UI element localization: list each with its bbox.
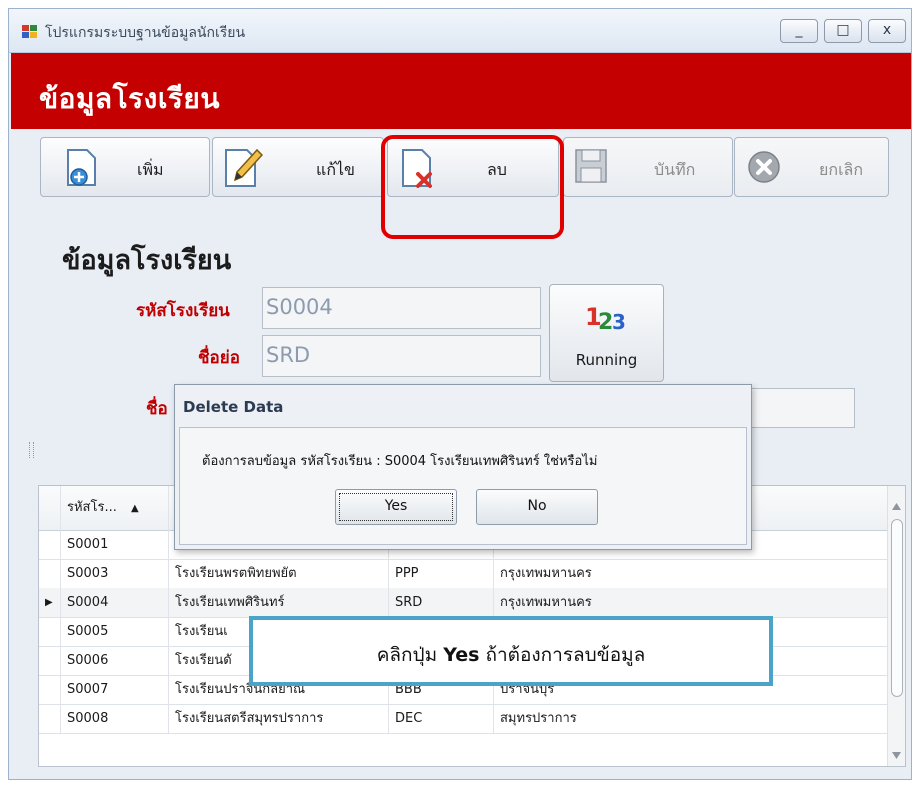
cell-province: กรุงเทพมหานคร xyxy=(494,559,889,588)
splitter-grip[interactable] xyxy=(29,442,34,458)
callout-suffix: ถ้าต้องการลบข้อมูล xyxy=(479,644,646,666)
cell-short-name: PPP xyxy=(389,559,494,588)
sort-ascending-icon: ▲ xyxy=(131,503,139,514)
row-pointer-cell xyxy=(39,646,61,675)
cell-school-id: S0006 xyxy=(61,646,169,675)
school-name-label: ชื่อ xyxy=(146,399,168,419)
row-pointer-icon: ▶ xyxy=(39,588,61,617)
cell-school-id: S0005 xyxy=(61,617,169,646)
scroll-thumb[interactable] xyxy=(891,519,903,697)
cell-province: สมุทรปราการ xyxy=(494,704,889,733)
floppy-disk-icon xyxy=(575,149,607,183)
section-title: ข้อมูลโรงเรียน xyxy=(62,245,232,276)
cancel-label: ยกเลิก xyxy=(819,160,864,179)
cell-school-id: S0004 xyxy=(61,588,169,617)
instruction-callout: คลิกปุ่ม Yes ถ้าต้องการลบข้อมูล xyxy=(249,616,773,686)
cancel-circle-icon xyxy=(748,151,780,183)
close-button[interactable]: x xyxy=(868,19,906,43)
callout-text: คลิกปุ่ม Yes ถ้าต้องการลบข้อมูล xyxy=(253,640,769,670)
edit-label: แก้ไข xyxy=(316,160,355,179)
cell-school-id: S0001 xyxy=(61,530,169,559)
window-title: โปรแกรมระบบฐานข้อมูลนักเรียน xyxy=(45,25,246,41)
short-name-field[interactable]: SRD xyxy=(262,335,541,377)
cell-school-id: S0007 xyxy=(61,675,169,704)
edit-pencil-icon xyxy=(225,148,263,187)
save-label: บันทึก xyxy=(654,160,696,179)
short-name-label: ชื่อย่อ xyxy=(198,348,240,368)
banner-title: ข้อมูลโรงเรียน xyxy=(39,82,220,115)
table-row[interactable]: S0003 โรงเรียนพรตพิทยพยัต PPP กรุงเทพมหานคร xyxy=(39,559,889,589)
cell-school-name: โรงเรียนสตรีสมุทรปราการ xyxy=(169,704,389,733)
dialog-message: ต้องการลบข้อมูล รหัสโรงเรียน : S0004 โรง… xyxy=(202,454,598,469)
header-banner: ข้อมูลโรงเรียน xyxy=(11,53,911,129)
add-button[interactable]: เพิ่ม xyxy=(40,137,210,197)
dialog-body: ต้องการลบข้อมูล รหัสโรงเรียน : S0004 โรง… xyxy=(179,427,747,545)
row-pointer-cell xyxy=(39,704,61,733)
grid-scrollbar[interactable] xyxy=(887,486,905,766)
school-id-field[interactable]: S0004 xyxy=(262,287,541,329)
running-number-icon: 1 2 3 xyxy=(585,303,626,333)
school-id-label: รหัสโรงเรียน xyxy=(136,301,230,321)
cell-short-name: SRD xyxy=(389,588,494,617)
cell-school-id: S0003 xyxy=(61,559,169,588)
table-row[interactable]: S0008 โรงเรียนสตรีสมุทรปราการ DEC สมุทรปราก… xyxy=(39,704,889,734)
row-pointer-cell xyxy=(39,559,61,588)
cell-school-name: โรงเรียนเทพศิรินทร์ xyxy=(169,588,389,617)
school-name-field[interactable] xyxy=(740,388,855,428)
cell-short-name: DEC xyxy=(389,704,494,733)
callout-bold: Yes xyxy=(443,644,480,666)
cancel-button[interactable]: ยกเลิก xyxy=(734,137,889,197)
app-icon xyxy=(22,25,38,39)
edit-button[interactable]: แก้ไข xyxy=(212,137,384,197)
running-button[interactable]: 1 2 3 Running xyxy=(549,284,664,382)
delete-button-highlight xyxy=(381,135,564,239)
column-header-label: รหัสโร... xyxy=(67,500,117,515)
delete-dialog: Delete Data ต้องการลบข้อมูล รหัสโรงเรียน… xyxy=(174,384,752,550)
scroll-up-arrow-icon xyxy=(892,503,901,510)
cell-school-id: S0008 xyxy=(61,704,169,733)
cell-province: กรุงเทพมหานคร xyxy=(494,588,889,617)
yes-button[interactable]: Yes xyxy=(335,489,457,525)
minimize-button[interactable]: _ xyxy=(780,19,818,43)
svg-text:3: 3 xyxy=(612,310,626,333)
dialog-title: Delete Data xyxy=(183,398,284,416)
add-label: เพิ่ม xyxy=(137,160,164,179)
scroll-down-arrow-icon xyxy=(892,752,901,759)
maximize-button[interactable]: □ xyxy=(824,19,862,43)
cell-school-name: โรงเรียนพรตพิทยพยัต xyxy=(169,559,389,588)
title-bar[interactable]: โปรแกรมระบบฐานข้อมูลนักเรียน _ □ x xyxy=(9,9,911,53)
row-pointer-cell xyxy=(39,530,61,559)
save-button[interactable]: บันทึก xyxy=(563,137,733,197)
row-pointer-cell xyxy=(39,675,61,704)
table-row[interactable]: ▶ S0004 โรงเรียนเทพศิรินทร์ SRD กรุงเทพมหานค… xyxy=(39,588,889,618)
row-header-corner xyxy=(39,486,61,530)
callout-prefix: คลิกปุ่ม xyxy=(376,644,444,666)
row-pointer-cell xyxy=(39,617,61,646)
no-button[interactable]: No xyxy=(476,489,598,525)
column-header-school-id[interactable]: รหัสโร... ▲ xyxy=(61,486,169,530)
running-label: Running xyxy=(575,351,638,369)
add-document-icon xyxy=(67,149,96,186)
